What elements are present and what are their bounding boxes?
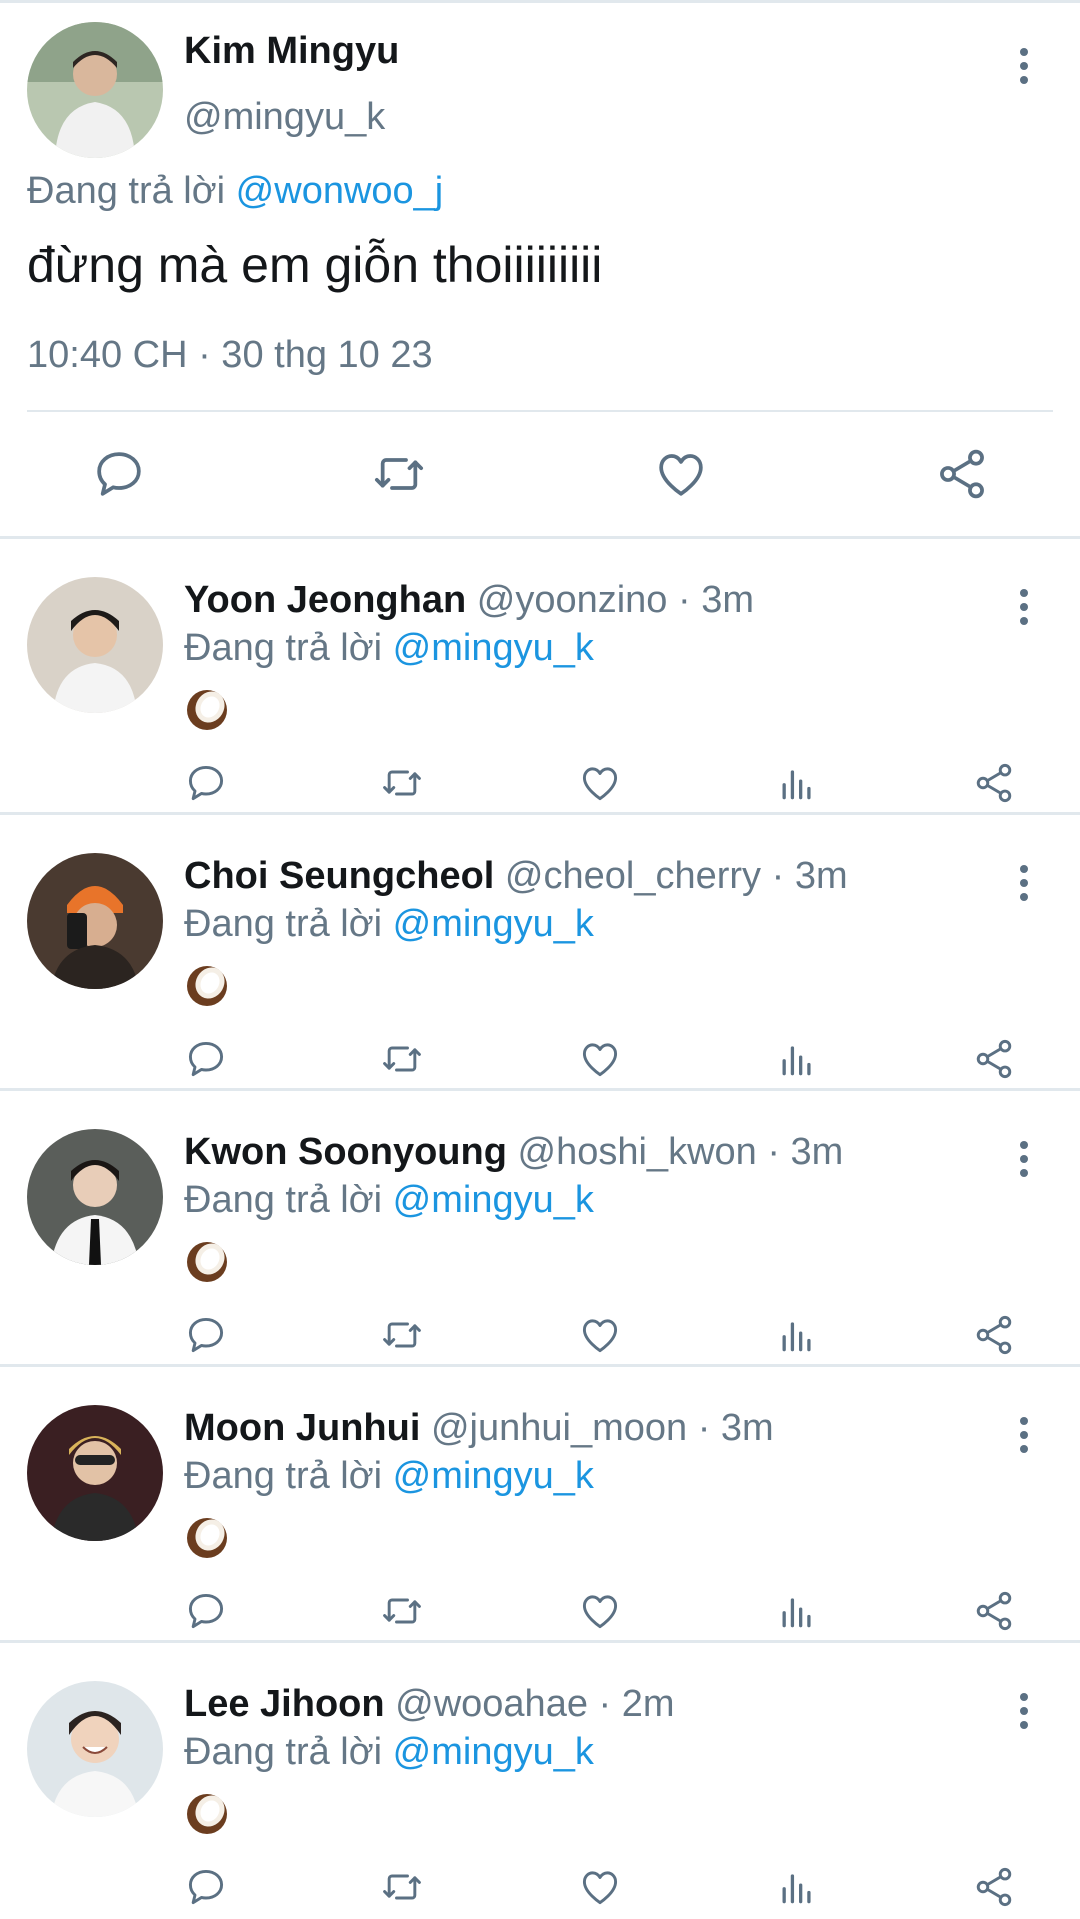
reply-time: · 3m [761,855,848,897]
mention-link[interactable]: @wonwoo_j [236,170,444,212]
reply-time: · 3m [667,579,754,621]
analytics-icon[interactable] [775,1589,819,1633]
like-icon[interactable] [578,1865,622,1909]
replying-prefix: Đang trả lời [184,1455,383,1497]
avatar[interactable] [27,577,163,713]
replying-prefix: Đang trả lời [184,1731,383,1773]
analytics-icon[interactable] [775,1865,819,1909]
replying-to: Đang trả lời @mingyu_k [184,1455,594,1498]
reply-icon[interactable] [184,1313,228,1357]
reply-header: Kwon Soonyoung @hoshi_kwon · 3m [184,1131,843,1174]
retweet-icon[interactable] [380,1037,424,1081]
reply-time: · 3m [687,1407,774,1449]
mention-link[interactable]: @mingyu_k [393,1455,594,1497]
reply-tweet[interactable]: Choi Seungcheol @cheol_cherry · 3m Đang … [0,815,1080,1091]
share-icon[interactable] [972,1865,1016,1909]
replying-to: Đang trả lời @mingyu_k [184,1731,594,1774]
display-name[interactable]: Moon Junhui [184,1407,420,1449]
mention-link[interactable]: @mingyu_k [393,903,594,945]
coconut-emoji-icon [184,1515,230,1561]
mention-link[interactable]: @mingyu_k [393,627,594,669]
like-icon[interactable] [653,446,709,502]
handle[interactable]: @hoshi_kwon [518,1131,757,1173]
analytics-icon[interactable] [775,1313,819,1357]
share-icon[interactable] [972,1037,1016,1081]
coconut-emoji-icon [184,1791,230,1837]
reply-icon[interactable] [184,1037,228,1081]
reply-header: Lee Jihoon @wooahae · 2m [184,1683,675,1726]
avatar[interactable] [27,1681,163,1817]
timestamp[interactable]: 10:40 CH · 30 thg 10 23 [27,334,433,377]
handle[interactable]: @yoonzino [477,579,668,621]
more-vertical-icon[interactable] [1012,1415,1036,1455]
retweet-icon[interactable] [380,1865,424,1909]
avatar[interactable] [27,22,163,158]
avatar[interactable] [27,1405,163,1541]
more-vertical-icon[interactable] [1012,863,1036,903]
reply-time: · 3m [756,1131,844,1173]
handle[interactable]: @junhui_moon [431,1407,687,1449]
handle[interactable]: @wooahae [395,1683,588,1725]
display-name[interactable]: Choi Seungcheol [184,855,494,897]
replying-to: Đang trả lời @mingyu_k [184,627,594,670]
reply-header: Choi Seungcheol @cheol_cherry · 3m [184,855,848,898]
like-icon[interactable] [578,1037,622,1081]
reply-icon[interactable] [184,1589,228,1633]
analytics-icon[interactable] [775,761,819,805]
handle[interactable]: @mingyu_k [184,96,385,139]
reply-tweet[interactable]: Yoon Jeonghan @yoonzino · 3m Đang trả lờ… [0,539,1080,815]
mention-link[interactable]: @mingyu_k [393,1179,594,1221]
avatar[interactable] [27,853,163,989]
tweet-text: đừng mà em giỗn thoiiiiiiiii [27,237,603,293]
display-name[interactable]: Yoon Jeonghan [184,579,466,621]
reply-tweet[interactable]: Moon Junhui @junhui_moon · 3m Đang trả l… [0,1367,1080,1643]
retweet-icon[interactable] [380,1313,424,1357]
reply-tweet[interactable]: Kwon Soonyoung @hoshi_kwon · 3m Đang trả… [0,1091,1080,1367]
display-name[interactable]: Lee Jihoon [184,1683,385,1725]
reply-tweet[interactable]: Lee Jihoon @wooahae · 2m Đang trả lời @m… [0,1643,1080,1919]
main-tweet: Kim Mingyu @mingyu_k Đang trả lời @wonwo… [0,0,1080,536]
share-icon[interactable] [972,1313,1016,1357]
replying-prefix: Đang trả lời [184,1179,383,1221]
like-icon[interactable] [578,761,622,805]
reply-icon[interactable] [91,446,147,502]
share-icon[interactable] [972,761,1016,805]
share-icon[interactable] [972,1589,1016,1633]
replying-to: Đang trả lời @mingyu_k [184,1179,594,1222]
divider [27,410,1053,412]
analytics-icon[interactable] [775,1037,819,1081]
reply-icon[interactable] [184,1865,228,1909]
more-vertical-icon[interactable] [1012,1139,1036,1179]
like-icon[interactable] [578,1313,622,1357]
avatar[interactable] [27,1129,163,1265]
coconut-emoji-icon [184,687,230,733]
reply-time: · 2m [587,1683,675,1725]
more-vertical-icon[interactable] [1012,46,1036,86]
reply-header: Moon Junhui @junhui_moon · 3m [184,1407,774,1450]
more-vertical-icon[interactable] [1012,587,1036,627]
coconut-emoji-icon [184,963,230,1009]
display-name[interactable]: Kwon Soonyoung [184,1131,507,1173]
mention-link[interactable]: @mingyu_k [393,1731,594,1773]
reply-header: Yoon Jeonghan @yoonzino · 3m [184,579,754,622]
share-icon[interactable] [934,446,990,502]
handle[interactable]: @cheol_cherry [505,855,761,897]
replying-prefix: Đang trả lời [184,903,383,945]
retweet-icon[interactable] [380,1589,424,1633]
reply-icon[interactable] [184,761,228,805]
like-icon[interactable] [578,1589,622,1633]
retweet-icon[interactable] [380,761,424,805]
retweet-icon[interactable] [371,446,427,502]
replying-to: Đang trả lời @wonwoo_j [27,170,443,213]
more-vertical-icon[interactable] [1012,1691,1036,1731]
display-name[interactable]: Kim Mingyu [184,30,399,73]
replying-prefix: Đang trả lời [184,627,383,669]
replying-prefix: Đang trả lời [27,170,226,212]
coconut-emoji-icon [184,1239,230,1285]
replying-to: Đang trả lời @mingyu_k [184,903,594,946]
